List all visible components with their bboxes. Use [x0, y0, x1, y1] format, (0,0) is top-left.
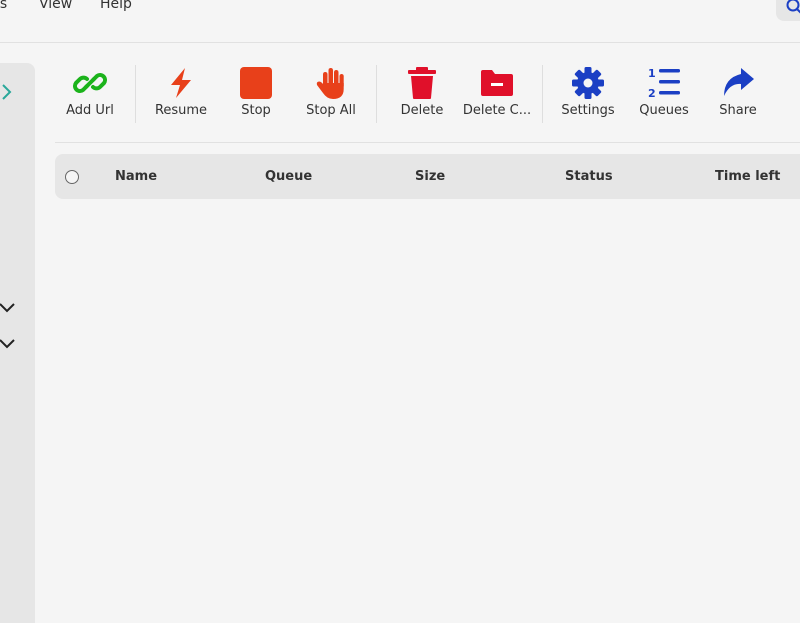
menu-help[interactable]: Help — [100, 0, 132, 12]
stop-all-button[interactable]: Stop All — [293, 63, 369, 133]
downloads-table-header: Name Queue Size Status Time left — [55, 154, 800, 199]
sidebar-expand-chevron-icon[interactable] — [0, 83, 14, 101]
queues-button[interactable]: 1 2 Queues — [626, 63, 702, 133]
toolbar-separator — [542, 65, 543, 123]
add-url-label: Add Url — [66, 103, 114, 118]
search-icon — [786, 0, 800, 14]
menu-tools[interactable]: ls — [0, 0, 7, 12]
hand-stop-icon — [316, 68, 344, 99]
lightning-icon — [171, 68, 191, 98]
stop-button[interactable]: Stop — [218, 63, 294, 133]
column-header-queue[interactable]: Queue — [265, 169, 312, 184]
settings-button[interactable]: Settings — [550, 63, 626, 133]
select-all-checkbox[interactable] — [65, 170, 79, 184]
column-header-name[interactable]: Name — [115, 169, 157, 184]
toolbar-separator — [135, 65, 136, 123]
settings-label: Settings — [561, 103, 615, 118]
menu-bar: ls View Help — [0, 0, 800, 43]
search-button[interactable] — [776, 0, 800, 21]
svg-text:1: 1 — [648, 67, 656, 80]
delete-button[interactable]: Delete — [384, 63, 460, 133]
toolbar-separator — [376, 65, 377, 123]
sidebar — [0, 63, 35, 623]
link-icon — [73, 73, 107, 93]
downloads-table-body — [55, 200, 800, 600]
chevron-down-icon[interactable] — [0, 337, 16, 351]
menu-view[interactable]: View — [39, 0, 72, 12]
share-label: Share — [719, 103, 757, 118]
gear-icon — [572, 67, 604, 99]
numbered-list-icon: 1 2 — [648, 67, 680, 100]
stop-all-label: Stop All — [306, 103, 356, 118]
column-header-status[interactable]: Status — [565, 169, 613, 184]
share-arrow-icon — [724, 68, 754, 96]
stop-square-icon — [240, 67, 272, 99]
delete-completed-button[interactable]: Delete C... — [459, 63, 535, 133]
delete-completed-label: Delete C... — [462, 103, 532, 118]
add-url-button[interactable]: Add Url — [52, 63, 128, 133]
toolbar: Add Url Resume Stop Stop All Delete Dele… — [55, 63, 800, 143]
column-header-time-left[interactable]: Time left — [715, 169, 780, 184]
trash-icon — [408, 67, 436, 99]
column-header-size[interactable]: Size — [415, 169, 445, 184]
share-button[interactable]: Share — [700, 63, 776, 133]
resume-button[interactable]: Resume — [143, 63, 219, 133]
chevron-down-icon[interactable] — [0, 301, 16, 315]
folder-minus-icon — [481, 70, 513, 96]
svg-text:2: 2 — [648, 87, 656, 100]
